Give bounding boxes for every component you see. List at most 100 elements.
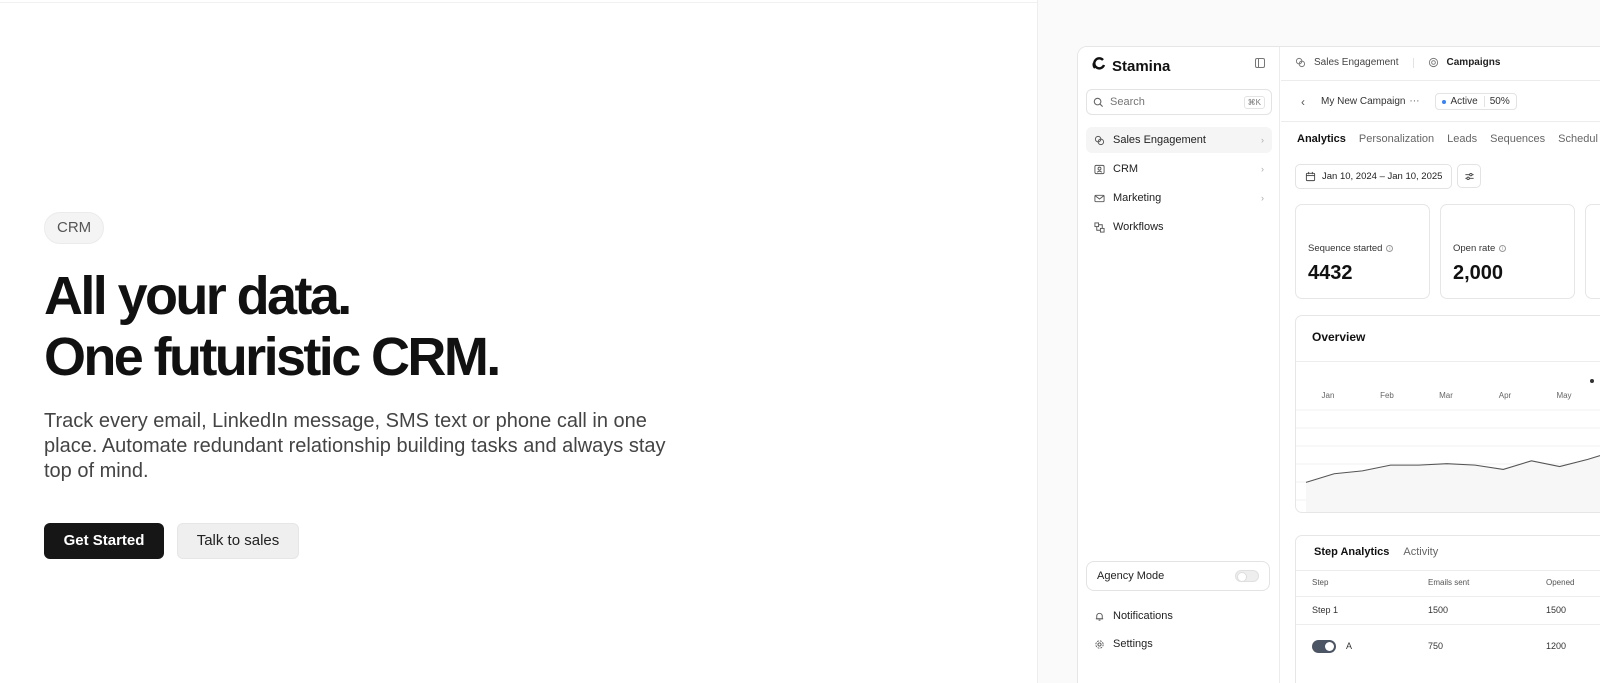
sidebar-item-notifications[interactable]: Notifications bbox=[1086, 603, 1272, 629]
tab-analytics[interactable]: Analytics bbox=[1297, 133, 1346, 145]
sidebar-footer-nav: Notifications Settings bbox=[1086, 603, 1272, 659]
calendar-icon bbox=[1305, 171, 1316, 182]
x-tick-label: Mar bbox=[1439, 391, 1453, 400]
stat-label: Open rate i bbox=[1453, 243, 1507, 254]
stat-card-sequence-started: Sequence started i 4432 bbox=[1295, 204, 1430, 299]
chevron-right-icon: › bbox=[1261, 135, 1264, 145]
get-started-button[interactable]: Get Started bbox=[44, 523, 164, 559]
sidebar-item-sales-engagement[interactable]: Sales Engagement › bbox=[1086, 127, 1272, 153]
info-icon[interactable]: i bbox=[1386, 245, 1394, 252]
overview-chart: Jan Feb Mar Apr May bbox=[1296, 379, 1600, 512]
campaign-header: ‹ My New Campaign ⋯ Active 50% bbox=[1301, 93, 1517, 110]
sidebar-item-label: CRM bbox=[1113, 163, 1139, 175]
column-header-emails-sent: Emails sent bbox=[1428, 578, 1470, 587]
back-chevron-icon[interactable]: ‹ bbox=[1301, 95, 1305, 109]
stat-label: Sequence started i bbox=[1308, 243, 1394, 254]
header-divider bbox=[1281, 80, 1600, 81]
status-label: Active bbox=[1450, 96, 1478, 107]
sidebar-item-crm[interactable]: CRM › bbox=[1086, 156, 1272, 182]
x-tick-label: Apr bbox=[1499, 391, 1512, 400]
app-sidebar: Stamina ⌘K Sales Engagement › CRM bbox=[1078, 47, 1280, 683]
sidebar-item-marketing[interactable]: Marketing › bbox=[1086, 185, 1272, 211]
tab-sequences[interactable]: Sequences bbox=[1490, 133, 1545, 145]
status-progress: 50% bbox=[1483, 96, 1510, 107]
agency-mode-label: Agency Mode bbox=[1097, 570, 1165, 582]
workflows-icon bbox=[1094, 221, 1105, 233]
stat-card-partial bbox=[1585, 204, 1600, 299]
tab-step-analytics[interactable]: Step Analytics bbox=[1314, 546, 1389, 558]
sales-engagement-icon bbox=[1094, 135, 1105, 146]
step-analytics-card: Step Analytics Activity Step Emails sent… bbox=[1295, 535, 1600, 683]
variant-toggle[interactable] bbox=[1312, 640, 1336, 653]
category-badge: CRM bbox=[44, 212, 105, 244]
chevron-right-icon: › bbox=[1261, 164, 1264, 174]
tab-activity[interactable]: Activity bbox=[1403, 546, 1438, 558]
sidebar-item-workflows[interactable]: Workflows bbox=[1086, 214, 1272, 240]
sales-engagement-icon bbox=[1295, 57, 1306, 68]
table-divider bbox=[1296, 570, 1600, 571]
crm-icon bbox=[1094, 164, 1105, 175]
tab-leads[interactable]: Leads bbox=[1447, 133, 1477, 145]
cell-step: A bbox=[1346, 641, 1353, 651]
mail-icon bbox=[1094, 193, 1105, 204]
column-header-step: Step bbox=[1312, 578, 1329, 587]
cell-step: Step 1 bbox=[1312, 605, 1339, 615]
x-tick-label: Jan bbox=[1322, 391, 1335, 400]
talk-to-sales-button[interactable]: Talk to sales bbox=[177, 523, 299, 559]
agency-mode-toggle[interactable] bbox=[1235, 570, 1259, 582]
campaign-status-badge: Active 50% bbox=[1435, 93, 1517, 110]
sidebar-item-label: Sales Engagement bbox=[1113, 134, 1206, 146]
series-area bbox=[1306, 455, 1600, 512]
sidebar-collapse-icon[interactable] bbox=[1255, 58, 1265, 68]
date-range-label: Jan 10, 2024 – Jan 10, 2025 bbox=[1322, 171, 1443, 182]
campaign-divider bbox=[1281, 121, 1600, 122]
overview-title: Overview bbox=[1312, 330, 1366, 344]
search-input[interactable] bbox=[1110, 96, 1230, 108]
sidebar-item-settings[interactable]: Settings bbox=[1086, 631, 1272, 657]
overview-card: Overview Jan Feb Mar Apr May bbox=[1295, 315, 1600, 513]
hero-section: CRM All your data. One futuristic CRM. T… bbox=[44, 0, 1004, 683]
gear-icon bbox=[1094, 639, 1105, 650]
table-divider bbox=[1296, 596, 1600, 597]
sidebar-item-label: Workflows bbox=[1113, 221, 1164, 233]
bell-icon bbox=[1094, 611, 1105, 622]
campaign-tabs: Analytics Personalization Leads Sequence… bbox=[1297, 133, 1598, 145]
tab-personalization[interactable]: Personalization bbox=[1359, 133, 1434, 145]
sidebar-item-label: Settings bbox=[1113, 638, 1153, 650]
search-box[interactable]: ⌘K bbox=[1086, 89, 1272, 115]
filter-button[interactable] bbox=[1457, 164, 1481, 188]
search-shortcut: ⌘K bbox=[1243, 95, 1265, 109]
stamina-logo-icon bbox=[1092, 57, 1106, 75]
target-icon bbox=[1428, 57, 1439, 68]
step-analytics-tabs: Step Analytics Activity bbox=[1314, 546, 1438, 558]
brand-name: Stamina bbox=[1112, 57, 1171, 75]
breadcrumb-parent[interactable]: Sales Engagement bbox=[1314, 57, 1399, 68]
stat-card-open-rate: Open rate i 2,000 bbox=[1440, 204, 1575, 299]
sidebar-item-label: Notifications bbox=[1113, 610, 1173, 622]
brand[interactable]: Stamina bbox=[1092, 57, 1170, 75]
breadcrumb-current[interactable]: Campaigns bbox=[1447, 57, 1501, 68]
cell-opened: 1200 bbox=[1546, 641, 1567, 651]
x-tick-label: Feb bbox=[1380, 391, 1394, 400]
chevron-right-icon: › bbox=[1261, 193, 1264, 203]
stat-label-text: Open rate bbox=[1453, 243, 1496, 254]
campaign-more-icon[interactable]: ⋯ bbox=[1409, 96, 1419, 107]
stat-value: 2,000 bbox=[1453, 262, 1504, 284]
stat-value: 4432 bbox=[1308, 262, 1353, 284]
cell-emails-sent: 1500 bbox=[1428, 605, 1449, 615]
app-preview-window: Stamina ⌘K Sales Engagement › CRM bbox=[1077, 46, 1600, 683]
breadcrumb-separator bbox=[1412, 57, 1414, 68]
chart-marker bbox=[1590, 379, 1594, 383]
tab-schedule[interactable]: Schedul bbox=[1558, 133, 1598, 145]
sidebar-item-label: Marketing bbox=[1113, 192, 1162, 204]
x-tick-label: May bbox=[1556, 391, 1571, 400]
column-header-opened: Opened bbox=[1546, 578, 1575, 587]
campaign-name[interactable]: My New Campaign bbox=[1321, 96, 1405, 107]
date-range-picker[interactable]: Jan 10, 2024 – Jan 10, 2025 bbox=[1295, 164, 1453, 189]
cell-opened: 1500 bbox=[1546, 605, 1567, 615]
hero-subtext: Track every email, LinkedIn message, SMS… bbox=[44, 410, 666, 482]
stat-label-text: Sequence started bbox=[1308, 243, 1383, 254]
app-main: Sales Engagement Campaigns ‹ My New Camp… bbox=[1281, 47, 1600, 683]
info-icon[interactable]: i bbox=[1499, 245, 1507, 252]
status-dot bbox=[1442, 99, 1447, 104]
